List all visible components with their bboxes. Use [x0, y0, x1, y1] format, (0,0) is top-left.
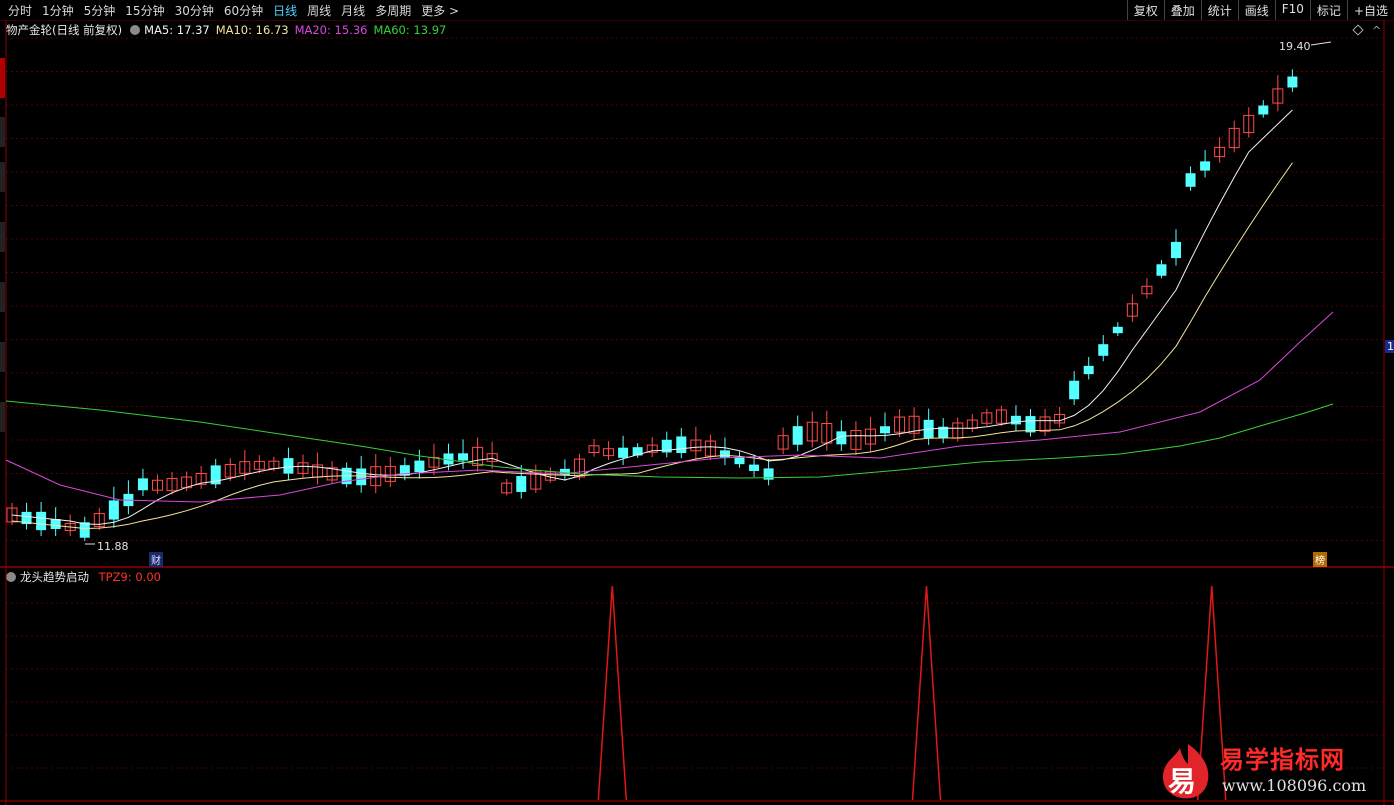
candle-body — [1287, 76, 1298, 88]
cai-badge[interactable]: 财 — [149, 552, 163, 567]
watermark-url: www.108096.com — [1222, 776, 1367, 795]
candle-body — [1185, 173, 1196, 187]
candle-body — [356, 468, 367, 486]
candle-body — [1010, 415, 1021, 425]
ma60-line — [5, 400, 1334, 479]
candle-body — [792, 426, 803, 445]
candle-body — [1098, 344, 1109, 356]
logo-char: 易 — [1168, 765, 1197, 798]
candle-body — [1258, 105, 1269, 115]
candle-body — [749, 464, 760, 471]
kline-chart[interactable]: 19.40 11.88 — [0, 0, 1394, 805]
low-label: 11.88 — [97, 540, 129, 553]
candle-body — [618, 447, 629, 458]
high-label: 19.40 — [1279, 40, 1311, 53]
bang-badge[interactable]: 榜 — [1313, 552, 1327, 567]
candle-body — [458, 453, 469, 461]
candle-body — [1083, 365, 1094, 375]
candle-body — [516, 476, 527, 492]
candle-body — [734, 457, 745, 465]
candle-body — [676, 436, 687, 454]
candle-body — [1112, 326, 1123, 334]
high-arrow — [1310, 41, 1332, 46]
candle-body — [50, 519, 61, 529]
candle-body — [414, 460, 425, 473]
candle-body — [880, 426, 890, 434]
candle-body — [719, 450, 730, 458]
collapse-icon[interactable]: ^ — [1372, 24, 1381, 37]
candle-body — [137, 478, 148, 491]
candle-body — [1069, 380, 1080, 400]
candle-body — [36, 511, 47, 531]
candle-body — [1025, 416, 1036, 433]
candle-body — [283, 458, 294, 474]
candle-body — [79, 522, 90, 538]
candle-body — [1171, 241, 1181, 259]
candle-body — [108, 500, 119, 520]
right-marker: 1 — [1385, 340, 1394, 353]
watermark-title: 易学指标网 — [1220, 746, 1345, 774]
candle-body — [1200, 161, 1211, 171]
watermark: 易 易学指标网 www.108096.com — [1158, 740, 1390, 802]
candle-body — [1156, 264, 1167, 276]
